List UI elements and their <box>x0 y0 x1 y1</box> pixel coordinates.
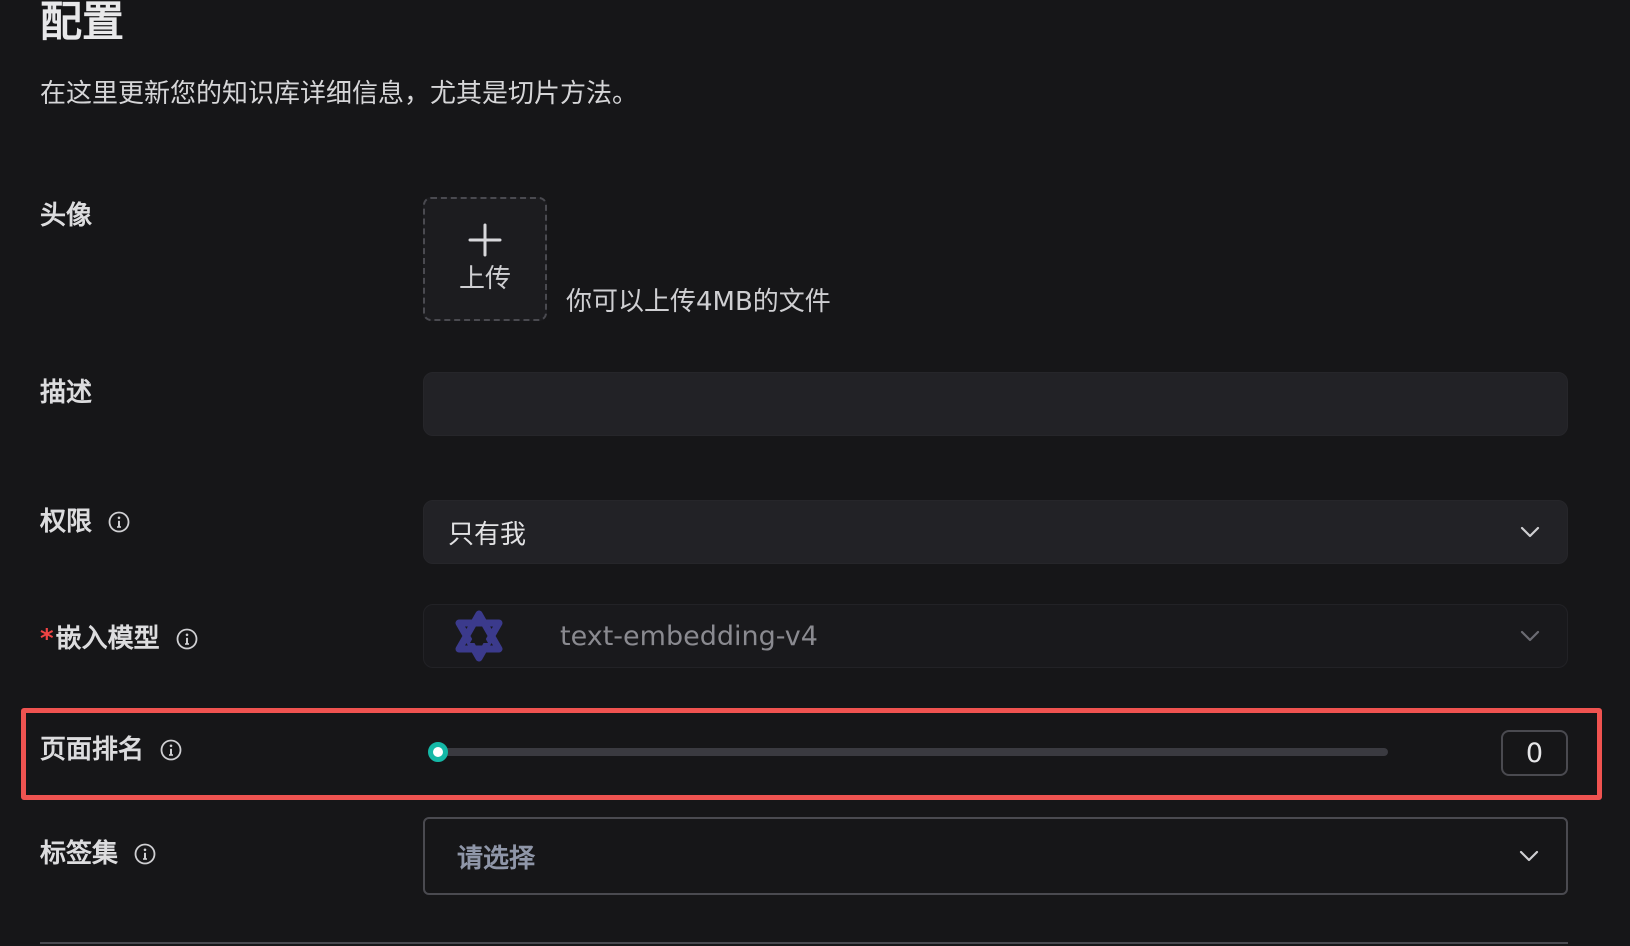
embedding-model-label: * 嵌入模型 <box>40 621 198 657</box>
tagset-label-text: 标签集 <box>40 839 119 869</box>
permission-label-text: 权限 <box>40 507 93 537</box>
chevron-down-icon <box>1520 526 1540 538</box>
chevron-down-icon <box>1519 850 1539 862</box>
config-page: 配置 在这里更新您的知识库详细信息，尤其是切片方法。 头像 上传 你可以上传4M… <box>0 0 1630 946</box>
embedding-model-select[interactable]: text-embedding-v4 <box>423 604 1568 668</box>
description-input[interactable] <box>423 372 1568 436</box>
upload-label: 上传 <box>458 264 511 294</box>
embedding-model-value: text-embedding-v4 <box>560 620 818 652</box>
avatar-label: 头像 <box>40 198 92 234</box>
embedding-model-label-text: 嵌入模型 <box>55 624 160 654</box>
info-icon[interactable] <box>108 511 130 533</box>
tagset-placeholder: 请选择 <box>457 843 536 874</box>
tagset-select[interactable]: 请选择 <box>423 817 1568 895</box>
avatar-upload-button[interactable]: 上传 <box>423 197 547 321</box>
description-label: 描述 <box>40 375 92 411</box>
info-icon[interactable] <box>134 843 156 865</box>
page-rank-slider-track[interactable] <box>437 748 1388 756</box>
chevron-down-icon <box>1520 630 1540 642</box>
page-rank-number-input[interactable]: 0 <box>1501 730 1568 776</box>
page-rank-value: 0 <box>1525 737 1544 769</box>
plus-icon <box>468 223 502 257</box>
page-rank-label-text: 页面排名 <box>40 735 145 765</box>
divider <box>40 942 1568 944</box>
permission-selected-value: 只有我 <box>448 519 527 550</box>
page-rank-slider-handle[interactable] <box>428 742 448 762</box>
page-title: 配置 <box>40 0 125 46</box>
info-icon[interactable] <box>176 628 198 650</box>
permission-label: 权限 <box>40 504 130 540</box>
page-rank-label: 页面排名 <box>40 732 182 768</box>
description-label-text: 描述 <box>40 378 93 408</box>
tagset-label: 标签集 <box>40 836 156 872</box>
page-subtitle: 在这里更新您的知识库详细信息，尤其是切片方法。 <box>40 79 639 109</box>
upload-hint: 你可以上传4MB的文件 <box>566 287 831 317</box>
info-icon[interactable] <box>160 739 182 761</box>
required-mark: * <box>40 624 54 654</box>
permission-select[interactable]: 只有我 <box>423 500 1568 564</box>
avatar-label-text: 头像 <box>40 201 93 231</box>
qwen-logo-icon <box>455 610 503 662</box>
